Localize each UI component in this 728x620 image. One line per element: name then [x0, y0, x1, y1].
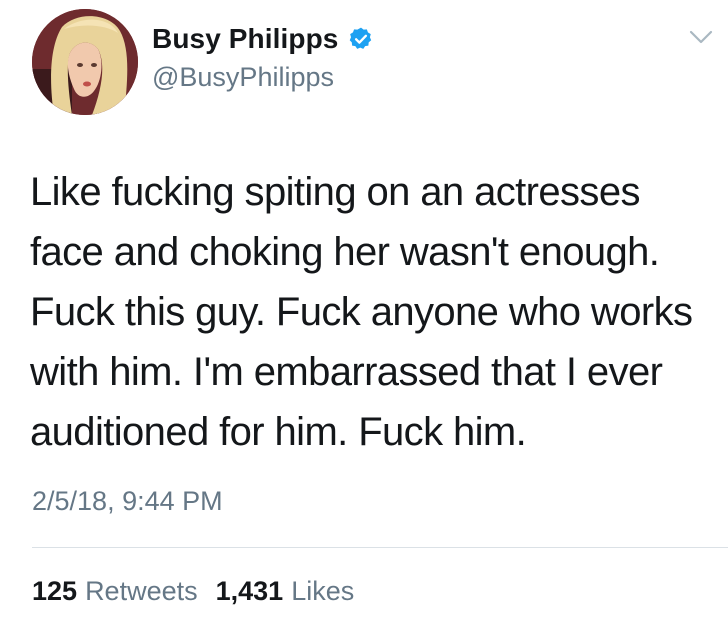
tweet-text-line: Like fucking spiting on an actresses	[30, 170, 640, 214]
likes-count: 1,431	[215, 576, 284, 606]
divider	[32, 547, 728, 548]
author-name-row: Busy Philipps	[152, 22, 374, 56]
retweets-count: 125	[32, 576, 78, 606]
chevron-down-icon[interactable]	[688, 28, 714, 46]
tweet-text: Like fucking spiting on an actresses fac…	[30, 162, 720, 462]
author-handle[interactable]: @BusyPhilipps	[152, 62, 334, 93]
avatar-photo	[32, 9, 138, 115]
retweets-label: Retweets	[85, 576, 198, 606]
verified-badge-icon	[348, 26, 374, 52]
tweet-stats: 125 Retweets 1,431 Likes	[32, 576, 354, 607]
avatar[interactable]	[32, 9, 138, 115]
tweet-text-line: with him. I'm embarrassed that I ever	[30, 350, 663, 394]
tweet-timestamp[interactable]: 2/5/18, 9:44 PM	[32, 486, 223, 517]
likes-label: Likes	[291, 576, 355, 606]
likes-stat[interactable]: 1,431 Likes	[216, 576, 355, 607]
tweet-text-line: Fuck this guy. Fuck anyone who works	[30, 290, 693, 334]
tweet-text-line: auditioned for him. Fuck him.	[30, 410, 527, 454]
retweets-stat[interactable]: 125 Retweets	[32, 576, 198, 607]
author-display-name[interactable]: Busy Philipps	[152, 23, 338, 55]
tweet-text-line: face and choking her wasn't enough.	[30, 230, 660, 274]
